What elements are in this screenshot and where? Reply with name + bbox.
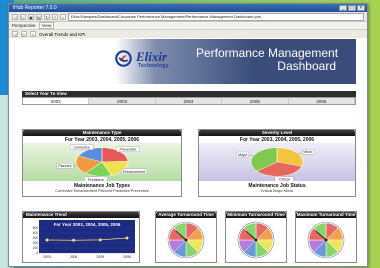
minimize-button[interactable]: _ [339, 5, 347, 11]
dashboard-content: Elixir Technology Performance Management… [9, 38, 367, 266]
brand-name: Elixir [136, 49, 168, 64]
maintenance-trend-chart: For Year 2003, 2004, 2005, 2006 50040030… [23, 218, 139, 262]
trend-point[interactable] [125, 236, 129, 240]
forward-icon[interactable]: ▷ [20, 13, 26, 20]
severity-level-pie: Minor Critical Major [199, 143, 355, 182]
nav-home-icon[interactable]: ⌂ [30, 31, 36, 37]
y-tick-label: 500 [33, 226, 39, 230]
pie-label: Critical [279, 178, 290, 181]
save-icon[interactable]: ▤ [36, 13, 42, 20]
window-title: iHub Reporter 7.0.0 [13, 5, 57, 11]
pie-label: Enhancement [123, 170, 145, 174]
trend-point[interactable] [45, 238, 49, 242]
chart-legend: Critical Major Minor [260, 189, 294, 193]
gauge-hub [254, 238, 258, 242]
address-field[interactable]: Elixir/Samples/Dashboard/Corporate Perfo… [68, 12, 364, 21]
x-tick-label: 2004 [70, 255, 78, 259]
pie-label: Predictive [88, 178, 104, 181]
panel-header: Maintenance Type [23, 130, 181, 136]
open-icon[interactable]: ▣ [28, 13, 34, 20]
year-option-2003[interactable]: 2003 [89, 98, 156, 104]
maintenance-trend-panel: Maintenance Trend For Year 2003, 2004, 2… [22, 211, 140, 263]
average-turnaround-gauge [167, 221, 205, 259]
minimum-turnaround-gauge [237, 221, 275, 259]
pie-label: Corrective [73, 146, 89, 150]
view-label: Overall Trends and KPI [39, 31, 86, 37]
chart-title: For Year 2003, 2004, 2005, 2006 [54, 222, 121, 227]
year-selector: 2002 2003 2004 2005 2006 [22, 97, 356, 105]
pie-label: Major [238, 153, 248, 157]
pie-label: Minor [303, 150, 313, 154]
year-option-2004[interactable]: 2004 [156, 98, 223, 104]
x-tick-label: 2005 [97, 255, 105, 259]
pie-label: Planned [58, 164, 71, 168]
maintenance-type-panel: Maintenance Type For Year 2003, 2004, 20… [22, 129, 182, 197]
y-tick-label: 200 [33, 241, 39, 245]
year-option-2002[interactable]: 2002 [23, 98, 90, 104]
y-tick-label: 300 [33, 236, 39, 240]
x-tick-label: 2006 [123, 255, 131, 259]
home-icon[interactable]: ⌂ [60, 13, 66, 20]
help-icon[interactable]: ? [52, 13, 58, 20]
gauge-hub [184, 238, 188, 242]
year-option-2006[interactable]: 2006 [289, 98, 356, 104]
back-icon[interactable]: ◁ [12, 13, 18, 20]
perspective-menubar: Perspective View [9, 22, 367, 29]
page-title: Performance Management Dashboard [195, 46, 339, 73]
brand-subtitle: Technology [138, 63, 169, 69]
maximum-turnaround-gauge [307, 221, 345, 259]
app-window: iHub Reporter 7.0.0 _ □ × ◁ ▷ ▣ ▤ ↻ ? ⌂ … [8, 3, 368, 267]
close-button[interactable]: × [357, 5, 365, 11]
year-option-2005[interactable]: 2005 [222, 98, 289, 104]
maintenance-type-pie: Preventive Enhancement Predictive Planned Co… [23, 143, 181, 183]
minimum-turnaround-panel: Minimum Turnaround Time [225, 211, 287, 263]
y-tick-label: 0 [36, 251, 38, 255]
average-turnaround-panel: Average Turnaround Time [155, 211, 217, 263]
menu-view[interactable]: View [38, 22, 55, 29]
trend-point[interactable] [72, 238, 76, 242]
severity-level-panel: Severity Level For Year 2003, 2004, 2005… [198, 129, 356, 197]
dashboard-header: Elixir Technology Performance Management… [22, 39, 356, 84]
x-tick-label: 2003 [43, 255, 51, 259]
pie-label: Preventive [120, 148, 137, 152]
gauge-hub [324, 238, 328, 242]
main-toolbar: ◁ ▷ ▣ ▤ ↻ ? ⌂ Elixir/Samples/Dashboard/C… [9, 12, 367, 22]
menu-perspective[interactable]: Perspective [12, 23, 36, 28]
window-titlebar: iHub Reporter 7.0.0 _ □ × [9, 4, 367, 12]
elixir-logo-icon [115, 50, 132, 67]
y-tick-label: 400 [33, 231, 39, 235]
refresh-icon[interactable]: ↻ [44, 13, 50, 20]
panel-header: Severity Level [199, 130, 355, 136]
nav-back-icon[interactable]: ◁ [12, 31, 18, 37]
trend-point[interactable] [98, 238, 102, 242]
nav-forward-icon[interactable]: ▷ [21, 31, 27, 37]
chart-legend: Corrective Enhancement Planned Predictiv… [55, 189, 149, 193]
maximum-turnaround-panel: Maximum Turnaround Time [295, 211, 357, 263]
maximize-button[interactable]: □ [348, 5, 356, 11]
y-tick-label: 100 [33, 246, 39, 250]
